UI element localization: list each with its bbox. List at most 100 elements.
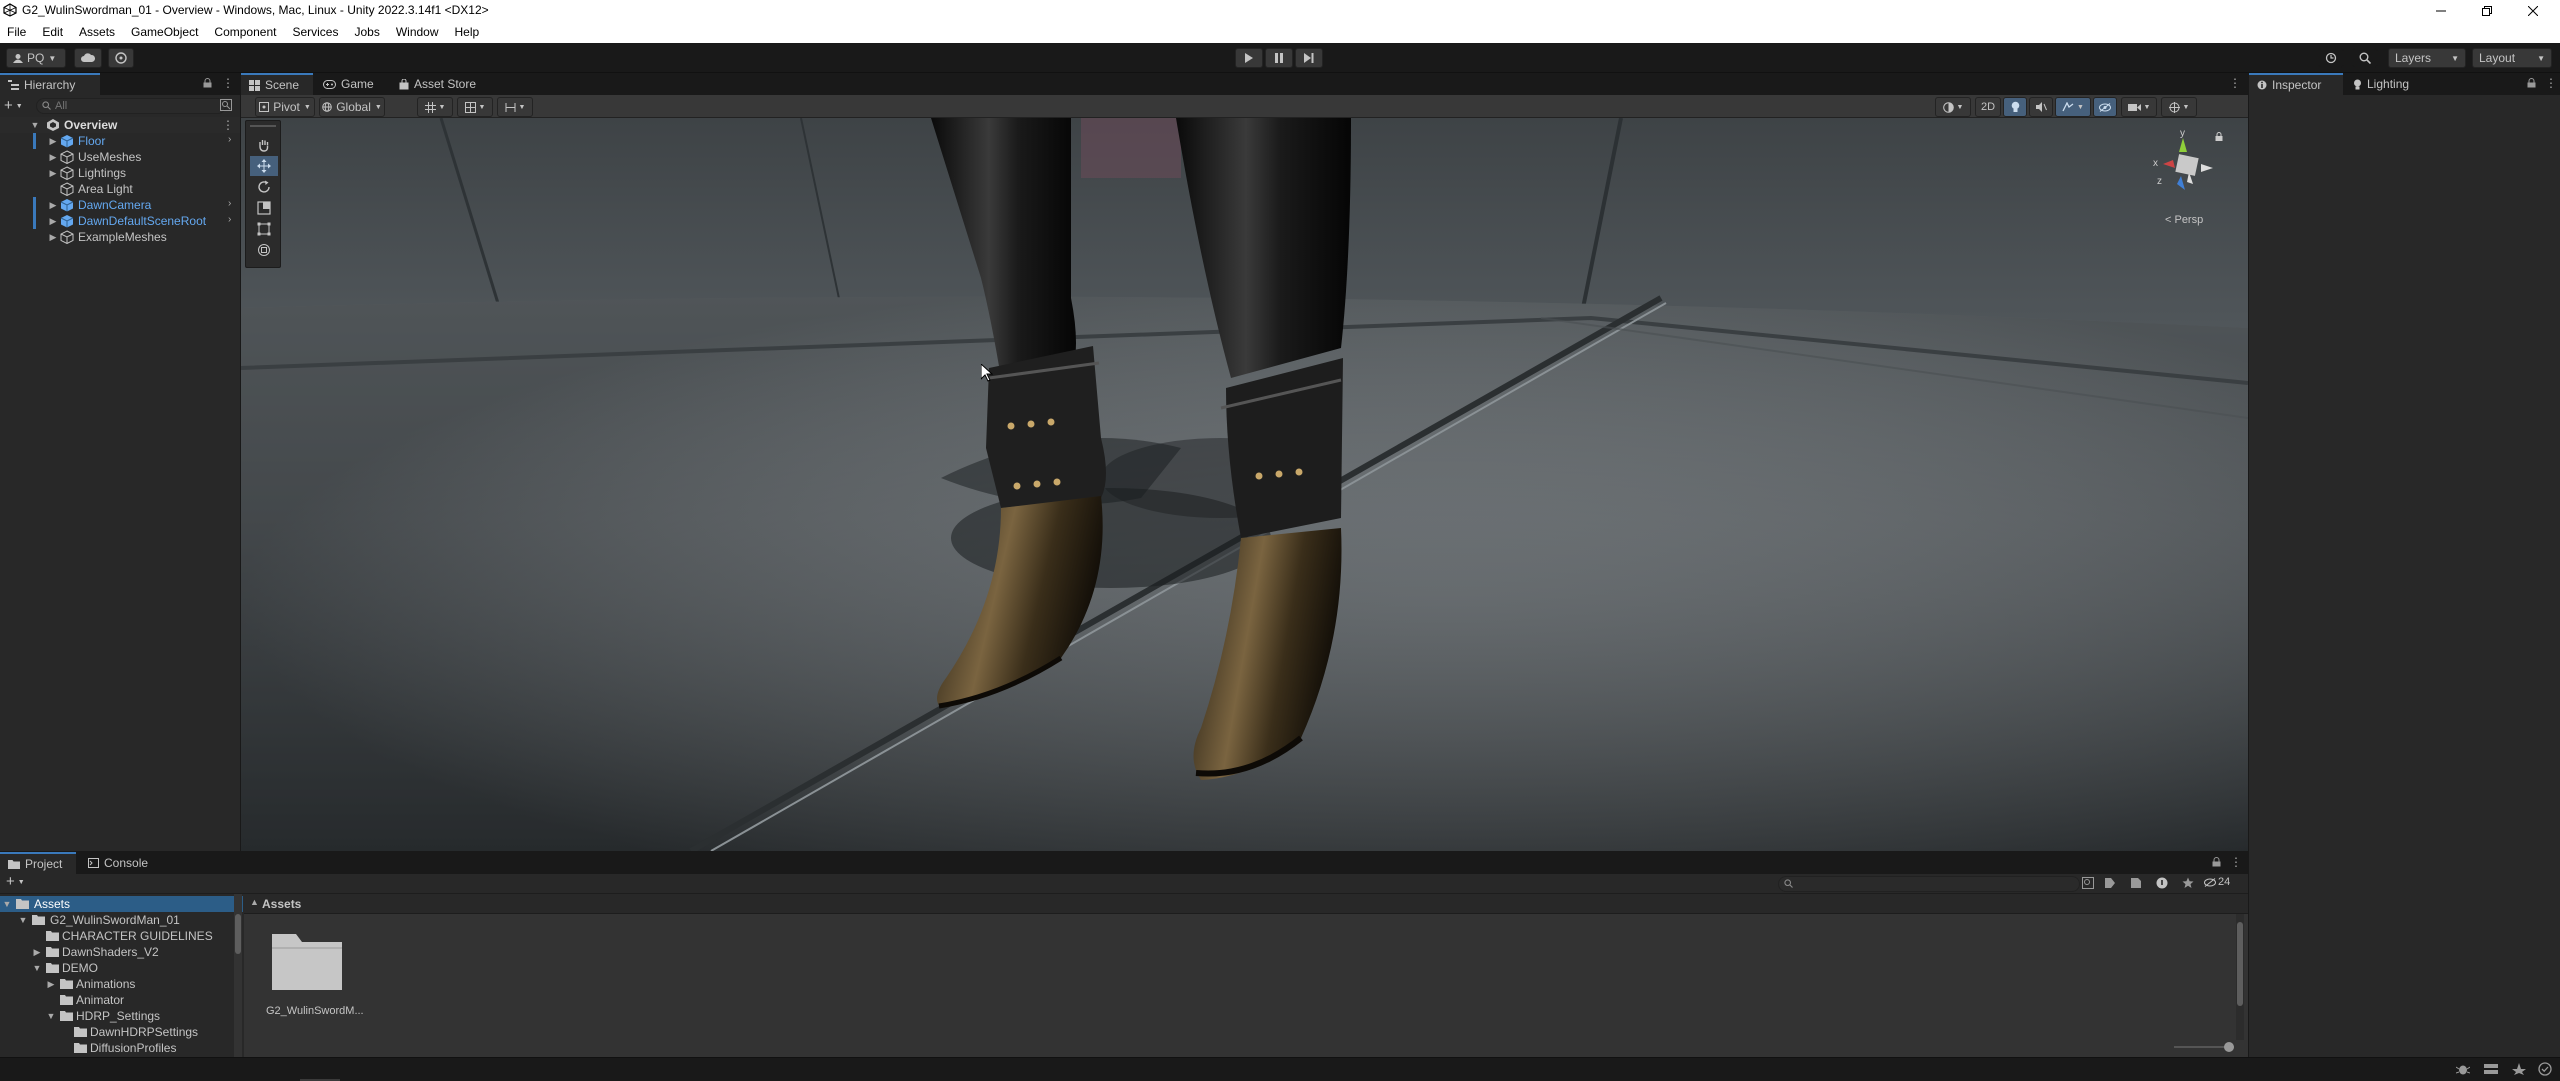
gizmos-dropdown[interactable]: ▼ bbox=[2161, 97, 2197, 117]
grid-visibility-dropdown[interactable]: ▼ bbox=[457, 97, 493, 117]
scrollbar-thumb[interactable] bbox=[235, 914, 241, 954]
toggle-2d-button[interactable]: 2D bbox=[1975, 97, 2001, 117]
menu-gameobject[interactable]: GameObject bbox=[123, 21, 206, 43]
menu-assets[interactable]: Assets bbox=[71, 21, 123, 43]
layers-dropdown[interactable]: Layers ▼ bbox=[2388, 48, 2466, 68]
rect-tool-button[interactable] bbox=[250, 219, 278, 239]
chevron-right-icon[interactable]: › bbox=[228, 198, 231, 209]
kebab-menu-icon[interactable]: ⋮ bbox=[2230, 855, 2242, 869]
folder-row-hdrp-settings[interactable]: ▼ HDRP_Settings bbox=[0, 1008, 243, 1024]
expanded-arrow-icon[interactable]: ▼ bbox=[46, 1008, 56, 1024]
menu-file[interactable]: File bbox=[0, 21, 34, 43]
lock-icon[interactable] bbox=[2215, 132, 2223, 141]
transform-tool-button[interactable] bbox=[250, 240, 278, 260]
scrollbar-thumb[interactable] bbox=[2237, 922, 2243, 1006]
collapsed-arrow-icon[interactable]: ▶ bbox=[48, 229, 58, 245]
hierarchy-search-field[interactable] bbox=[36, 98, 226, 114]
collab-button[interactable] bbox=[108, 48, 134, 68]
hidden-packages-toggle[interactable]: 24 bbox=[2204, 876, 2230, 888]
move-tool-button[interactable] bbox=[250, 156, 278, 176]
folder-row-g2-wulinswordman[interactable]: ▼ G2_WulinSwordMan_01 bbox=[0, 912, 243, 928]
collapsed-arrow-icon[interactable]: ▶ bbox=[32, 944, 42, 960]
menu-jobs[interactable]: Jobs bbox=[346, 21, 387, 43]
overlay-handle[interactable] bbox=[250, 125, 276, 127]
scene-viewport[interactable]: y x z < Persp bbox=[241, 118, 2248, 851]
draw-mode-dropdown[interactable]: ▼ bbox=[1935, 97, 1971, 117]
scale-tool-button[interactable] bbox=[250, 198, 278, 218]
tab-lighting[interactable]: Lighting bbox=[2345, 73, 2425, 95]
close-button[interactable] bbox=[2510, 0, 2556, 21]
lock-icon[interactable] bbox=[203, 78, 212, 88]
collapsed-arrow-icon[interactable]: ▶ bbox=[48, 149, 58, 165]
hierarchy-item-area-light[interactable]: Area Light bbox=[0, 181, 240, 197]
search-button[interactable] bbox=[2352, 48, 2378, 68]
increment-snap-dropdown[interactable]: ▼ bbox=[497, 97, 533, 117]
hierarchy-item-dawndefaultsceneroot[interactable]: ▶ DawnDefaultSceneRoot › bbox=[0, 213, 240, 229]
step-button[interactable] bbox=[1295, 48, 1323, 68]
packages-visibility-icon[interactable] bbox=[2156, 877, 2168, 889]
pause-button[interactable] bbox=[1265, 48, 1293, 68]
project-search-field[interactable] bbox=[1778, 876, 2080, 892]
folder-row-character-guidelines[interactable]: CHARACTER GUIDELINES bbox=[0, 928, 243, 944]
collapsed-arrow-icon[interactable]: ▶ bbox=[48, 197, 58, 213]
chevron-right-icon[interactable]: › bbox=[228, 134, 231, 145]
tab-game[interactable]: Game bbox=[315, 73, 381, 95]
account-dropdown[interactable]: PQ ▼ bbox=[6, 48, 66, 68]
search-by-label-icon[interactable] bbox=[2104, 877, 2116, 889]
check-status-icon[interactable] bbox=[2538, 1062, 2552, 1076]
scene-row[interactable]: ▼ Overview ⋮ bbox=[0, 117, 240, 133]
asset-grid-scrollbar[interactable] bbox=[2236, 914, 2244, 1040]
kebab-menu-icon[interactable]: ⋮ bbox=[2545, 76, 2557, 90]
asset-grid-item[interactable]: G2_WulinSwordM... bbox=[266, 930, 364, 1020]
chevron-right-icon[interactable]: › bbox=[228, 214, 231, 225]
expanded-arrow-icon[interactable]: ▼ bbox=[30, 117, 40, 133]
lighting-toggle-button[interactable] bbox=[2003, 97, 2027, 117]
projection-label[interactable]: < Persp bbox=[2165, 214, 2203, 226]
menu-help[interactable]: Help bbox=[447, 21, 488, 43]
layout-dropdown[interactable]: Layout ▼ bbox=[2472, 48, 2552, 68]
folder-row-dawnhdrpsettings[interactable]: DawnHDRPSettings bbox=[0, 1024, 243, 1040]
menu-component[interactable]: Component bbox=[206, 21, 284, 43]
expanded-arrow-icon[interactable]: ▼ bbox=[18, 912, 28, 928]
hierarchy-item-floor[interactable]: ▶ Floor › bbox=[0, 133, 240, 149]
tab-scene[interactable]: Scene bbox=[241, 73, 313, 95]
tab-console[interactable]: Console bbox=[80, 852, 160, 874]
undo-history-button[interactable] bbox=[2318, 48, 2344, 68]
lock-icon[interactable] bbox=[2212, 857, 2221, 867]
tab-inspector[interactable]: Inspector bbox=[2249, 73, 2343, 95]
orientation-gizmo[interactable]: y x z bbox=[2149, 128, 2229, 212]
minimize-button[interactable] bbox=[2418, 0, 2464, 21]
hierarchy-item-examplemeshes[interactable]: ▶ ExampleMeshes bbox=[0, 229, 240, 245]
global-dropdown[interactable]: Global ▼ bbox=[319, 97, 385, 117]
search-by-type-icon[interactable] bbox=[2082, 877, 2094, 889]
breadcrumb[interactable]: Assets bbox=[262, 897, 301, 911]
folder-row-animations[interactable]: ▶ Animations bbox=[0, 976, 243, 992]
auto-generate-lighting-icon[interactable] bbox=[2512, 1063, 2526, 1075]
hierarchy-item-dawncamera[interactable]: ▶ DawnCamera › bbox=[0, 197, 240, 213]
folder-row-animator[interactable]: Animator bbox=[0, 992, 243, 1008]
hand-tool-button[interactable] bbox=[250, 135, 278, 155]
expanded-arrow-icon[interactable]: ▼ bbox=[32, 960, 42, 976]
lock-icon[interactable] bbox=[2527, 78, 2536, 88]
rotate-tool-button[interactable] bbox=[250, 177, 278, 197]
kebab-menu-icon[interactable]: ⋮ bbox=[2229, 76, 2241, 90]
collapsed-arrow-icon[interactable]: ▶ bbox=[48, 165, 58, 181]
slider-knob[interactable] bbox=[2224, 1042, 2234, 1052]
folder-row-diffusionprofiles[interactable]: DiffusionProfiles bbox=[0, 1040, 243, 1056]
hierarchy-search-input[interactable] bbox=[55, 99, 215, 113]
collapsed-arrow-icon[interactable]: ▶ bbox=[48, 133, 58, 149]
save-search-icon[interactable] bbox=[2130, 877, 2142, 889]
folder-row-assets[interactable]: ▼ Assets bbox=[0, 896, 243, 912]
menu-services[interactable]: Services bbox=[284, 21, 346, 43]
create-asset-dropdown[interactable]: + ▼ bbox=[6, 874, 25, 889]
folder-row-demo[interactable]: ▼ DEMO bbox=[0, 960, 243, 976]
audio-toggle-button[interactable] bbox=[2029, 97, 2053, 117]
create-dropdown[interactable]: + ▼ bbox=[4, 98, 30, 114]
hierarchy-item-usemeshes[interactable]: ▶ UseMeshes bbox=[0, 149, 240, 165]
filter-by-type-icon[interactable] bbox=[220, 99, 232, 111]
restore-button[interactable] bbox=[2464, 0, 2510, 21]
folder-row-dawnshaders[interactable]: ▶ DawnShaders_V2 bbox=[0, 944, 243, 960]
bug-report-icon[interactable] bbox=[2456, 1063, 2470, 1075]
folder-tree-scrollbar[interactable] bbox=[234, 894, 242, 1057]
tab-hierarchy[interactable]: Hierarchy bbox=[0, 73, 100, 95]
